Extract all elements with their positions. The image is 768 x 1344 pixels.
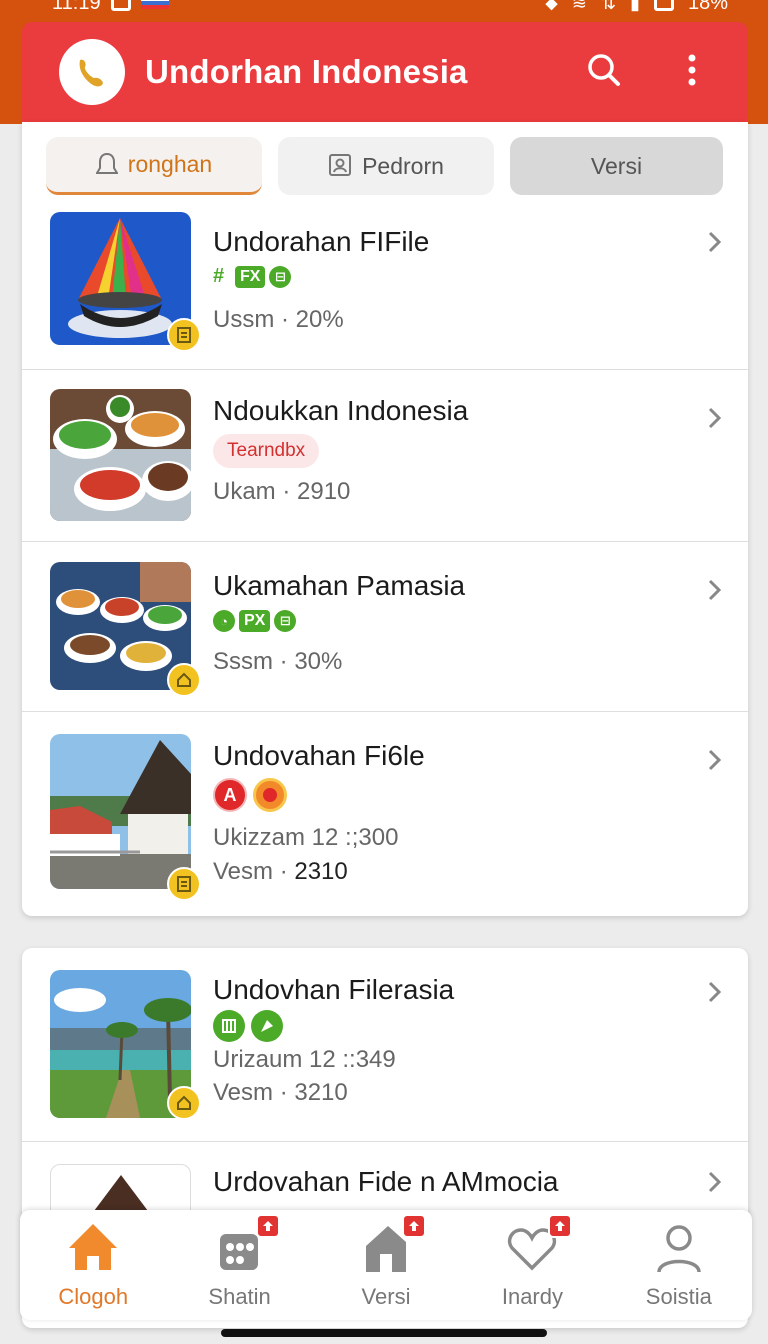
tag-clock: ◔ <box>213 610 235 632</box>
heart-icon <box>504 1214 573 1276</box>
item-tags: # FX ⊟ <box>213 265 292 288</box>
list-item[interactable]: Ndoukkan Indonesia Tearndbx Ukam · 2910 <box>22 370 748 542</box>
file-badge-icon <box>167 318 201 352</box>
home-icon <box>65 1220 121 1276</box>
item-title: Undovhan Filerasia <box>213 974 455 1005</box>
award-icon: A <box>213 778 247 812</box>
upload-badge-icon <box>548 1214 573 1238</box>
tab-ronghan[interactable]: ronghan <box>46 137 262 195</box>
upload-badge-icon <box>255 1214 280 1238</box>
app-title: Undorhan Indonesia <box>145 53 468 90</box>
nav-label: Soistia <box>645 1284 712 1309</box>
item-thumbnail <box>50 734 191 889</box>
tag-hash: # <box>213 265 225 287</box>
chevron-right-icon <box>708 407 722 429</box>
item-title: Ukamahan Pamasia <box>213 570 466 601</box>
tab-bar: ronghan Pedrorn Versi <box>46 137 723 195</box>
wifi-icon: ≋ <box>571 0 587 13</box>
grid-icon <box>213 1010 245 1042</box>
item-subtitle: Sssm · 30% <box>213 648 343 675</box>
item-subtitle: Ukizzam 12 :;300 <box>213 824 399 851</box>
item-tags: A <box>213 778 287 812</box>
content-panel: ronghan Pedrorn Versi Undorahan FIFile #… <box>22 122 748 916</box>
store-icon <box>212 1214 280 1276</box>
screen: 11:19 ⬥ ≋ ⇅ ▮ 18% Undorhan Indonesia ron… <box>0 0 768 1344</box>
nav-item-versi[interactable]: Versi <box>313 1210 459 1320</box>
data-icon: ⇅ <box>600 0 617 13</box>
status-right: ⬥ ≋ ⇅ ▮ 18% <box>545 0 728 14</box>
list-item[interactable]: Ukamahan Pamasia ◔ PX ⊟ Sssm · 30% <box>22 542 748 712</box>
item-title: Ndoukkan Indonesia <box>213 395 469 426</box>
status-left: 11:19 <box>52 0 169 14</box>
search-button[interactable] <box>584 50 624 90</box>
nav-item-clogoh[interactable]: Clogoh <box>20 1210 166 1320</box>
item-tags: ◔ PX ⊟ <box>213 610 297 632</box>
status-battery: 18% <box>687 0 728 14</box>
app-bar: Undorhan Indonesia <box>22 22 748 122</box>
home-indicator[interactable] <box>221 1329 547 1337</box>
item-subtitle: Urizaum 12 ::349 <box>213 1046 396 1073</box>
tab-label: ronghan <box>127 151 213 177</box>
compass-icon <box>251 1010 283 1042</box>
bottom-navigation: Clogoh Shatin Versi Inardy Soistia <box>20 1210 752 1320</box>
tag-fx: FX <box>235 265 266 288</box>
tab-pedrorn[interactable]: Pedrorn <box>278 137 494 195</box>
sun-icon <box>253 778 287 812</box>
chevron-right-icon <box>708 981 722 1003</box>
upload-badge-icon <box>402 1214 427 1238</box>
nav-label: Versi <box>361 1284 411 1309</box>
trending-pill: Tearndbx <box>213 434 320 468</box>
item-subtitle: Ussm · 20% <box>213 306 344 333</box>
id-card-icon <box>329 154 352 176</box>
item-title: Undorahan FIFile <box>213 226 430 257</box>
item-tags <box>213 1010 283 1042</box>
notification-icon <box>110 0 131 11</box>
list-item[interactable]: Undovahan Fi6le A Ukizzam 12 :;300 Vesm … <box>22 712 748 916</box>
tab-versi[interactable]: Versi <box>510 137 723 195</box>
tab-label: Versi <box>590 152 643 179</box>
tab-label: Pedrorn <box>362 152 444 179</box>
item-subtitle-2: Vesm · 3210 <box>213 1079 348 1106</box>
list-item[interactable]: Undovhan Filerasia Urizaum 12 ::349 Vesm… <box>22 948 748 1142</box>
tag-extra: ⊟ <box>269 265 292 288</box>
nav-item-soistia[interactable]: Soistia <box>606 1210 752 1320</box>
item-tags: Tearndbx <box>213 434 320 468</box>
status-time: 11:19 <box>52 0 101 14</box>
search-icon <box>588 54 620 86</box>
home-badge-icon <box>167 663 201 697</box>
house-icon <box>358 1214 427 1276</box>
chevron-right-icon <box>708 579 722 601</box>
chevron-right-icon <box>708 1171 722 1193</box>
app-logo[interactable] <box>59 39 125 105</box>
bell-icon <box>95 152 118 174</box>
more-options-button[interactable] <box>672 50 712 90</box>
list-item[interactable]: Undorahan FIFile # FX ⊟ Ussm · 20% <box>22 208 748 370</box>
nav-label: Clogoh <box>58 1284 129 1309</box>
person-icon <box>651 1220 707 1276</box>
chevron-right-icon <box>708 231 722 253</box>
location-icon: ⬥ <box>545 0 558 13</box>
item-title: Undovahan Fi6le <box>213 740 425 771</box>
flag-icon <box>140 0 169 9</box>
item-title: Urdovahan Fide n AMmocia <box>213 1166 559 1197</box>
nav-label: Inardy <box>501 1284 563 1309</box>
phone-icon <box>79 59 103 87</box>
nav-label: Shatin <box>208 1284 271 1309</box>
chevron-right-icon <box>708 749 722 771</box>
battery-icon <box>653 0 674 11</box>
signal-icon: ▮ <box>630 0 640 13</box>
nav-item-inardy[interactable]: Inardy <box>459 1210 605 1320</box>
item-thumbnail <box>50 389 191 521</box>
file-badge-icon <box>167 867 201 901</box>
tag-extra: ⊟ <box>274 610 297 632</box>
home-badge-icon <box>167 1086 201 1120</box>
more-vert-icon <box>688 54 696 86</box>
nav-item-shatin[interactable]: Shatin <box>166 1210 312 1320</box>
tag-px: PX <box>239 610 271 632</box>
item-subtitle-2: Vesm · 2310 <box>213 858 348 885</box>
item-subtitle: Ukam · 2910 <box>213 478 351 505</box>
